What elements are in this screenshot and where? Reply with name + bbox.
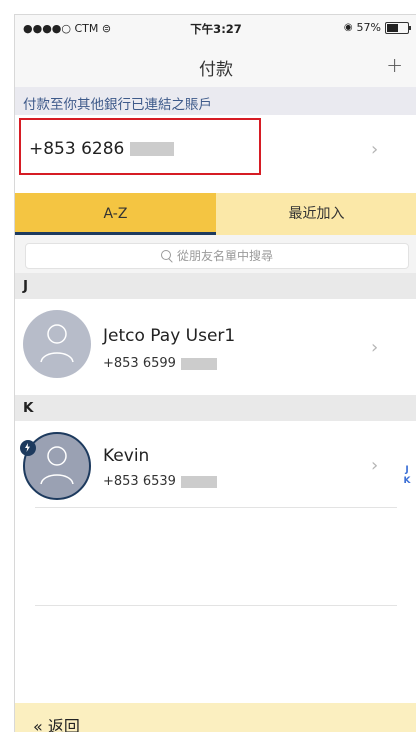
contact-name: Jetco Pay User1 xyxy=(103,326,236,346)
app-frame: ●●●●○ CTM ⊜ 下午3:27 ◉ 57% 付款 + 付款至你其他銀行已連… xyxy=(14,14,416,732)
index-letter-k[interactable]: K xyxy=(401,476,413,486)
chevron-right-icon: › xyxy=(371,455,379,476)
nav-bar: 付款 + xyxy=(15,43,416,87)
battery-icon xyxy=(385,21,411,34)
search-placeholder: 從朋友名單中搜尋 xyxy=(176,249,273,263)
index-letter-j[interactable]: J xyxy=(401,465,413,475)
contact-phone: +853 6539 xyxy=(103,474,217,489)
divider xyxy=(35,507,397,508)
avatar xyxy=(23,310,91,378)
page-title: 付款 xyxy=(199,60,233,80)
own-account-number-text: +853 6286 xyxy=(29,139,125,159)
section-letter: K xyxy=(23,400,34,416)
empty-list-area xyxy=(15,516,416,703)
bottom-bar: « 返回 xyxy=(15,703,416,732)
search-icon xyxy=(160,250,171,260)
tab-a-z[interactable]: A-Z xyxy=(15,193,216,235)
section-header-k: K xyxy=(15,395,416,421)
tab-bar: A-Z 最近加入 xyxy=(15,193,416,235)
masked-digits xyxy=(130,142,175,156)
own-account-header-label: 付款至你其他銀行已連結之賬戶 xyxy=(23,97,212,113)
masked-digits xyxy=(180,475,217,488)
contact-phone: +853 6599 xyxy=(103,356,217,371)
section-letter: J xyxy=(23,278,29,294)
tab-recently-added-label: 最近加入 xyxy=(288,206,345,222)
add-button[interactable]: + xyxy=(386,53,403,77)
contact-phone-text: +853 6599 xyxy=(103,356,176,371)
battery-indicator: ◉ 57% xyxy=(343,21,411,34)
location-icon: ◉ xyxy=(343,22,353,33)
search-input[interactable]: 從朋友名單中搜尋 xyxy=(25,243,409,269)
back-button[interactable]: « 返回 xyxy=(33,713,80,732)
person-icon xyxy=(40,324,74,363)
tab-a-z-label: A-Z xyxy=(103,206,128,222)
tab-recently-added[interactable]: 最近加入 xyxy=(216,193,416,235)
battery-percent: 57% xyxy=(356,21,381,34)
lightning-badge-icon xyxy=(20,440,36,456)
divider xyxy=(35,605,397,606)
chevron-right-icon: › xyxy=(371,337,379,358)
search-area: 從朋友名單中搜尋 xyxy=(15,235,416,273)
own-account-number: +853 6286 xyxy=(29,139,175,159)
status-bar: ●●●●○ CTM ⊜ 下午3:27 ◉ 57% xyxy=(15,15,416,43)
masked-digits xyxy=(180,357,217,370)
own-account-header: 付款至你其他銀行已連結之賬戶 xyxy=(15,87,416,115)
contact-phone-text: +853 6539 xyxy=(103,474,176,489)
chevron-right-icon: › xyxy=(371,139,379,160)
section-header-j: J xyxy=(15,273,416,299)
contact-name: Kevin xyxy=(103,446,150,466)
